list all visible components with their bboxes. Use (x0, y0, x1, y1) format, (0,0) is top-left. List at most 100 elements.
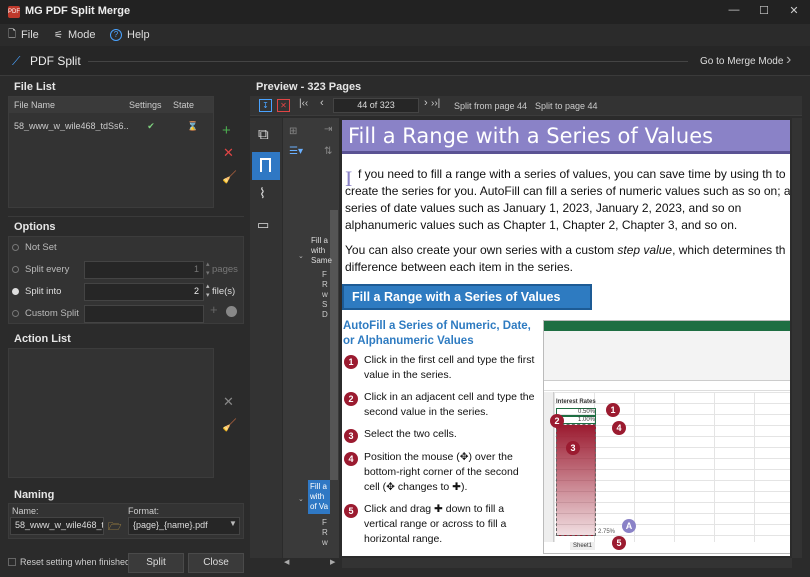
split-here-icon[interactable]: ↧ (259, 99, 272, 112)
chevron-right-icon[interactable]: › (786, 51, 791, 69)
chevron-down-icon[interactable]: ▼ (229, 519, 237, 528)
remove-action-icon[interactable]: ✕ (223, 394, 234, 410)
first-page-icon[interactable]: |‹‹ (299, 98, 308, 109)
outline-item-label: Fill a with of Va (310, 482, 329, 511)
custom-split-label: Custom Split (25, 308, 79, 319)
scroll-right-icon[interactable]: ▶ (330, 558, 335, 566)
horizontal-scrollbar[interactable] (342, 558, 792, 568)
option-split-into[interactable]: Split into (12, 286, 61, 297)
excel-formula-bar (544, 381, 790, 391)
outline-item[interactable]: Fill a with Same (311, 236, 332, 266)
table-row[interactable]: 58_www_w_wile468_tdSs6... ✔ ⌛ (9, 117, 213, 135)
custom-split-input[interactable] (84, 305, 204, 323)
outline-item-selected[interactable]: Fill a with of Va (308, 480, 330, 514)
outline-item[interactable]: F R w S D (322, 270, 328, 320)
pages-unit: pages (212, 264, 238, 275)
split-every-stepper[interactable]: ▴ ▾ (206, 260, 210, 278)
sort-icon[interactable]: ⇅ (324, 146, 332, 157)
mode-title: PDF Split (30, 54, 81, 68)
files-unit: file(s) (212, 286, 236, 297)
format-select[interactable]: {page}_{name}.pdf (128, 517, 240, 535)
callout-a: A (622, 519, 636, 533)
comment-icon[interactable]: ▭ (257, 217, 269, 233)
menu-help[interactable]: ? Help (110, 27, 150, 43)
outline-item[interactable]: F R w (322, 518, 328, 548)
excel-cell-title: Interest Rates (556, 399, 596, 405)
split-button[interactable]: Split (128, 553, 184, 573)
minimize-button[interactable]: — (724, 4, 744, 20)
remove-range-icon[interactable] (226, 306, 237, 317)
option-split-every[interactable]: Split every (12, 264, 69, 275)
menu-bar: 🗋 File ⚟ Mode ? Help (0, 24, 810, 46)
add-file-icon[interactable]: + (222, 122, 231, 139)
step-text: Click and drag ✚ down to fill a vertical… (364, 503, 507, 545)
maximize-button[interactable]: ☐ (754, 4, 774, 20)
merge-mode-link[interactable]: Go to Merge Mode (700, 56, 783, 67)
reset-checkbox[interactable] (8, 558, 16, 566)
clear-actions-icon[interactable]: 🧹 (222, 418, 237, 432)
pages-icon[interactable]: ⧉ (258, 126, 269, 143)
split-into-label: Split into (25, 286, 62, 297)
callout-5: 5 (612, 536, 626, 550)
collapse-icon[interactable]: ⌄ (298, 252, 304, 260)
step-text: Select the two cells. (364, 428, 457, 440)
prev-page-icon[interactable]: ‹ (320, 97, 324, 109)
para2-text: You can also create your own series with… (345, 243, 618, 257)
menu-file[interactable]: 🗋 File (8, 27, 39, 43)
expand-icon[interactable]: ⊞ (289, 126, 297, 137)
sliders-icon: ⚟ (54, 29, 63, 41)
page-number-input[interactable]: 44 of 323 (333, 98, 419, 113)
close-button[interactable]: Close (188, 553, 244, 573)
radio-split-into[interactable] (12, 288, 19, 295)
radio-not-set[interactable] (12, 244, 19, 251)
option-not-set[interactable]: Not Set (12, 242, 57, 253)
remove-file-icon[interactable]: ✕ (223, 145, 234, 161)
page-heading: Fill a Range with a Series of Values (348, 124, 714, 148)
preview-title: Preview - 323 Pages (256, 81, 362, 93)
add-range-icon[interactable]: + (210, 302, 218, 317)
step-text: Click in an adjacent cell and type the s… (364, 391, 535, 418)
close-window-button[interactable]: ✕ (784, 4, 804, 20)
para2-emphasis: step value (617, 243, 673, 257)
go-to-icon[interactable]: ⇥ (324, 124, 332, 135)
not-set-label: Not Set (25, 242, 57, 253)
name-input[interactable]: 58_www_w_wile468_td (10, 517, 104, 535)
callout-1: 1 (606, 403, 620, 417)
collapse-icon[interactable]: ⌄ (298, 495, 304, 503)
naming-title: Naming (14, 489, 55, 501)
action-list-title: Action List (14, 333, 71, 345)
radio-split-every[interactable] (12, 266, 19, 273)
name-label: Name: (12, 506, 39, 516)
cancel-split-icon[interactable]: ✕ (277, 99, 290, 112)
split-into-input[interactable]: 2 (84, 283, 204, 301)
mode-header: ⟋ PDF Split Go to Merge Mode › (0, 46, 810, 76)
step-number: 1 (344, 355, 358, 369)
menu-mode-label: Mode (67, 29, 96, 41)
section-box: Fill a Range with a Series of Values (342, 284, 592, 310)
step-number: 4 (344, 452, 358, 466)
split-every-input[interactable]: 1 (84, 261, 204, 279)
subhead: AutoFill a Series of Numeric, Date, or A… (343, 320, 531, 347)
radio-custom-split[interactable] (12, 310, 19, 317)
split-every-label: Split every (25, 264, 70, 275)
scroll-left-icon[interactable]: ◀ (284, 558, 289, 566)
vertical-scrollbar[interactable] (792, 118, 802, 558)
page-header-band: Fill a Range with a Series of Values (342, 120, 790, 154)
file-list-table: File Name Settings State 58_www_w_wile46… (8, 96, 214, 208)
sheet-tab: Sheet1 (570, 542, 596, 550)
menu-mode[interactable]: ⚟ Mode (54, 27, 96, 43)
section-box-title: Fill a Range with a Series of Values (352, 290, 561, 304)
file-name-cell: 58_www_w_wile468_tdSs6... (14, 121, 129, 131)
step-text: Position the mouse (✥) over the bottom-r… (364, 451, 519, 493)
last-page-icon[interactable]: ››| (431, 98, 440, 109)
hourglass-icon: ⌛ (187, 120, 199, 131)
split-into-stepper[interactable]: ▴ ▾ (206, 282, 210, 300)
options-icon[interactable]: ☰▾ (289, 146, 303, 157)
file-icon: 🗋 (8, 28, 17, 40)
option-custom-split[interactable]: Custom Split (12, 308, 79, 319)
attachment-icon[interactable]: ⌇ (259, 185, 266, 202)
next-page-icon[interactable]: › (424, 97, 428, 109)
folder-icon[interactable]: 🗁 (108, 518, 122, 537)
bookmarks-tab[interactable] (252, 152, 280, 180)
clear-icon[interactable]: 🧹 (222, 170, 237, 184)
